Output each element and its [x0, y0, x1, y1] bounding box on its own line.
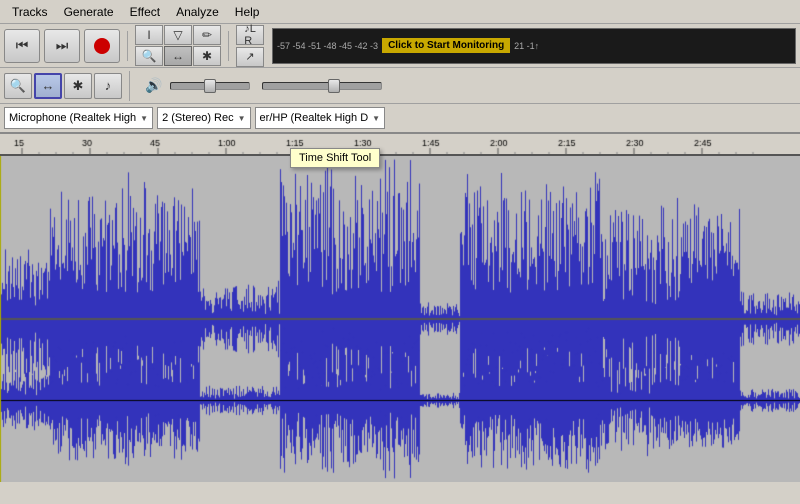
vu-right-scale: 21 -1↑	[514, 41, 539, 51]
separator3	[129, 71, 130, 101]
track-area	[0, 134, 800, 482]
volume-group: 🔊	[145, 77, 250, 94]
fastforward-button[interactable]: ⏭	[44, 29, 80, 63]
record-button[interactable]	[84, 29, 120, 63]
input-device-select[interactable]: Microphone (Realtek High ▼	[4, 107, 153, 129]
vu-scale: -57 -54 -51 -48 -45 -42 -3	[277, 41, 378, 51]
tooltip-text: Time Shift Tool	[299, 152, 371, 164]
output-device-arrow: ▼	[372, 114, 380, 123]
menu-bar: Tracks Generate Effect Analyze Help	[0, 0, 800, 24]
tools-group: I ▽ ✏ 🔍 ↔ ✱	[135, 25, 221, 66]
envelope-tool-button[interactable]: ▽	[164, 25, 192, 45]
extra-tools: ♪LR ↗	[236, 25, 264, 67]
menu-tracks[interactable]: Tracks	[4, 3, 56, 21]
timeline-canvas	[0, 134, 800, 156]
output-device-label: er/HP (Realtek High D	[260, 112, 369, 124]
rewind-button[interactable]: ⏮	[4, 29, 40, 63]
pitch-tool-button[interactable]: ♪LR	[236, 25, 264, 45]
start-monitoring-button[interactable]: Click to Start Monitoring	[382, 38, 510, 53]
waveform-canvas	[0, 156, 800, 482]
multi-tool-button[interactable]: ✱	[193, 46, 221, 66]
timeline-ruler	[0, 134, 800, 156]
waveform-area[interactable]	[0, 156, 800, 482]
menu-analyze[interactable]: Analyze	[168, 3, 227, 21]
menu-generate[interactable]: Generate	[56, 3, 122, 21]
input-device-arrow: ▼	[140, 114, 148, 123]
input-device-label: Microphone (Realtek High	[9, 112, 136, 124]
timeshift-tool2-button[interactable]: ↔	[34, 73, 62, 99]
pan-slider[interactable]	[262, 82, 382, 90]
separator2	[228, 31, 229, 61]
zoom-tool2-button[interactable]: 🔍	[4, 73, 32, 99]
mode-select[interactable]: 2 (Stereo) Rec ▼	[157, 107, 250, 129]
sample-tool-button[interactable]: ↗	[236, 47, 264, 67]
speaker-icon: 🔊	[145, 77, 162, 94]
menu-effect[interactable]: Effect	[122, 3, 168, 21]
select-tool-button[interactable]: I	[135, 25, 163, 45]
multi-tool2-button[interactable]: ✱	[64, 73, 92, 99]
toolbar-row1: ⏮ ⏭ I ▽ ✏ 🔍 ↔ ✱ ♪LR ↗ -57 -54 -51 -48 -4…	[0, 24, 800, 68]
record-dot-icon	[94, 38, 110, 54]
vu-meter: -57 -54 -51 -48 -45 -42 -3 Click to Star…	[272, 28, 796, 64]
menu-help[interactable]: Help	[227, 3, 268, 21]
mode-label: 2 (Stereo) Rec	[162, 112, 234, 124]
zoom-tool-button[interactable]: 🔍	[135, 46, 163, 66]
timeshift-tool-button[interactable]: ↔	[164, 46, 192, 66]
output-device-select[interactable]: er/HP (Realtek High D ▼	[255, 107, 386, 129]
pan-group	[262, 82, 382, 90]
tools-group2: 🔍 ↔ ✱ ♪	[4, 73, 122, 99]
device-row: Microphone (Realtek High ▼ 2 (Stereo) Re…	[0, 104, 800, 134]
tooltip-popup: Time Shift Tool	[290, 148, 380, 168]
draw-tool-button[interactable]: ✏	[193, 25, 221, 45]
toolbar-row2: 🔍 ↔ ✱ ♪ 🔊	[0, 68, 800, 104]
separator1	[127, 31, 128, 61]
pitch2-tool-button[interactable]: ♪	[94, 73, 122, 99]
pan-thumb[interactable]	[328, 79, 340, 93]
mode-arrow: ▼	[238, 114, 246, 123]
volume-slider[interactable]	[170, 82, 250, 90]
volume-thumb[interactable]	[204, 79, 216, 93]
